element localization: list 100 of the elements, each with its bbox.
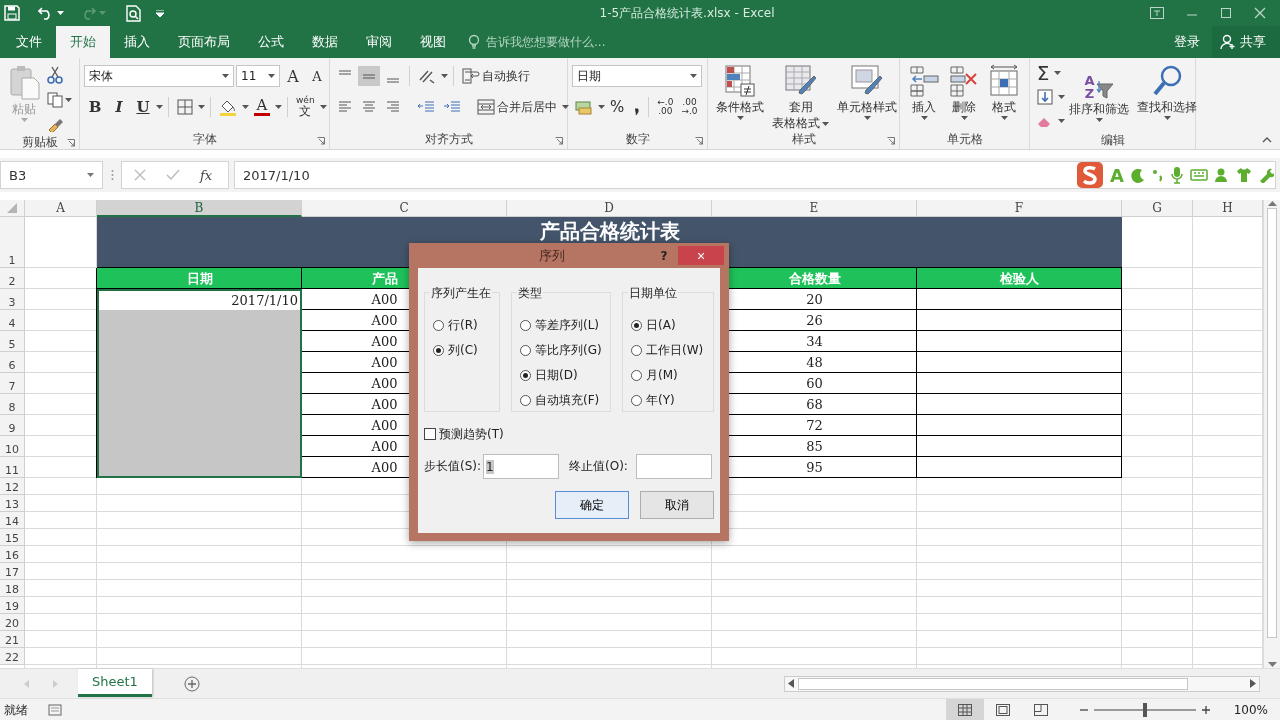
italic-button[interactable]: I xyxy=(108,96,130,118)
radio-button[interactable] xyxy=(433,345,444,356)
name-box[interactable]: B3 xyxy=(0,161,103,189)
underline-button[interactable]: U xyxy=(132,96,154,118)
increase-decimal-button[interactable]: ←.0 .00 xyxy=(654,96,677,118)
step-value-field[interactable]: 1 xyxy=(483,454,560,479)
wrap-text-icon[interactable] xyxy=(462,68,480,84)
percent-button[interactable]: % xyxy=(607,96,628,118)
row-header[interactable]: 13 xyxy=(0,495,25,512)
row-header[interactable]: 11 xyxy=(0,457,25,478)
autosum-button[interactable]: Σ xyxy=(1034,61,1052,85)
row-header[interactable]: 21 xyxy=(0,631,25,648)
row-header[interactable]: 19 xyxy=(0,597,25,614)
radio-button[interactable] xyxy=(631,320,642,331)
table-format-icon[interactable] xyxy=(783,64,818,98)
caret-icon[interactable] xyxy=(1058,119,1065,123)
wrap-text-button[interactable]: 自动换行 xyxy=(459,65,533,87)
caret-icon[interactable] xyxy=(562,105,569,109)
conditional-format-icon[interactable] xyxy=(724,64,756,98)
radio-button[interactable] xyxy=(631,395,642,406)
caret-icon[interactable] xyxy=(690,74,697,78)
ribbon-tab[interactable]: 公式 xyxy=(244,26,298,58)
column-header[interactable]: D xyxy=(507,200,712,217)
column-header[interactable]: E xyxy=(712,200,917,217)
dialog-launcher-icon[interactable] xyxy=(887,137,895,145)
caret-icon[interactable] xyxy=(1058,95,1065,99)
row-header[interactable]: 4 xyxy=(0,310,25,331)
caret-icon[interactable] xyxy=(736,116,744,121)
sheet-tab[interactable]: Sheet1 xyxy=(78,668,152,697)
ribbon-tab[interactable]: 插入 xyxy=(110,26,164,58)
row-header[interactable]: 10 xyxy=(0,436,25,457)
column-header[interactable]: C xyxy=(302,200,507,217)
radio-button[interactable] xyxy=(520,370,531,381)
font-name-field[interactable]: 宋体 xyxy=(84,65,234,87)
cut-icon[interactable] xyxy=(47,66,63,84)
conditional-button[interactable]: 条件格式 xyxy=(712,62,768,128)
fill-down-icon[interactable] xyxy=(1037,89,1053,105)
font-size-field[interactable]: 11 xyxy=(236,65,280,87)
page-break-icon[interactable] xyxy=(1033,704,1048,716)
column-header[interactable]: F xyxy=(917,200,1122,217)
lightbulb-icon[interactable] xyxy=(468,34,480,50)
zoom-in-icon[interactable] xyxy=(1201,706,1210,714)
zoom-level[interactable]: 100% xyxy=(1229,703,1276,717)
caret-icon[interactable] xyxy=(920,116,928,121)
dialog-launcher-icon[interactable] xyxy=(67,139,75,147)
stop-value-field[interactable] xyxy=(635,454,712,479)
row-header[interactable]: 12 xyxy=(0,478,25,495)
dialog-launcher-icon[interactable] xyxy=(555,137,563,145)
caret-icon[interactable] xyxy=(863,116,871,121)
scroll-right-icon[interactable] xyxy=(1250,679,1256,688)
dialog-launcher-icon[interactable] xyxy=(317,137,325,145)
moon-icon[interactable] xyxy=(1130,167,1146,183)
bold-button[interactable]: B xyxy=(84,96,106,118)
shirt-icon[interactable] xyxy=(1236,167,1252,183)
phonetic-button[interactable]: wén 文 xyxy=(293,94,318,120)
caret-icon[interactable] xyxy=(268,74,275,78)
row-header[interactable]: 3 xyxy=(0,289,25,310)
maximize-icon[interactable] xyxy=(1220,7,1232,19)
find-button[interactable]: 查找和选择 xyxy=(1133,62,1201,128)
checkbox[interactable] xyxy=(424,428,436,440)
sort-button[interactable]: A Z 排序和筛选 xyxy=(1065,62,1133,128)
sign-in-link[interactable]: 登录 xyxy=(1162,26,1212,58)
row-header[interactable]: 2 xyxy=(0,268,25,289)
caret-icon[interactable] xyxy=(222,74,229,78)
input-method-logo-icon[interactable] xyxy=(1076,161,1105,189)
scroll-left-icon[interactable] xyxy=(788,679,794,688)
insert-button[interactable]: 插入 xyxy=(904,62,944,128)
row-header[interactable]: 6 xyxy=(0,352,25,373)
caret-icon[interactable] xyxy=(87,173,94,177)
caret-icon[interactable] xyxy=(156,105,163,109)
ribbon-tab[interactable]: 数据 xyxy=(298,26,352,58)
text-orientation-icon[interactable] xyxy=(418,68,436,84)
dialog-button[interactable]: 确定 xyxy=(555,491,629,519)
microphone-icon[interactable] xyxy=(1170,166,1184,184)
row-header[interactable]: 9 xyxy=(0,415,25,436)
tell-me-field[interactable]: 告诉我您想要做什么... xyxy=(484,34,668,50)
borders-icon[interactable] xyxy=(177,99,193,115)
caret-icon[interactable] xyxy=(198,105,205,109)
format-cells-icon[interactable] xyxy=(988,64,1020,98)
caret-icon[interactable] xyxy=(822,121,829,126)
dialog-button[interactable]: 取消 xyxy=(640,491,714,519)
insert-function-button[interactable]: fx xyxy=(200,167,213,183)
row-header[interactable]: 8 xyxy=(0,394,25,415)
caret-icon[interactable] xyxy=(242,105,249,109)
filter-icon[interactable] xyxy=(1095,80,1114,100)
row-header[interactable]: 17 xyxy=(0,563,25,580)
column-header[interactable]: G xyxy=(1122,200,1193,217)
radio-button[interactable] xyxy=(520,345,531,356)
row-header[interactable]: 22 xyxy=(0,648,25,665)
row-header[interactable]: 18 xyxy=(0,580,25,597)
cell-button[interactable]: 单元格样式 xyxy=(833,62,901,128)
ribbon-tab[interactable]: 页面布局 xyxy=(164,26,244,58)
insert-cells-icon[interactable] xyxy=(908,64,940,98)
shrink-font-button[interactable]: A xyxy=(306,66,328,86)
radio-button[interactable] xyxy=(520,320,531,331)
radio-button[interactable] xyxy=(631,345,642,356)
row-header[interactable]: 15 xyxy=(0,529,25,546)
page-layout-icon[interactable] xyxy=(995,704,1010,716)
copy-icon[interactable] xyxy=(47,92,63,108)
caret-icon[interactable] xyxy=(65,98,72,102)
